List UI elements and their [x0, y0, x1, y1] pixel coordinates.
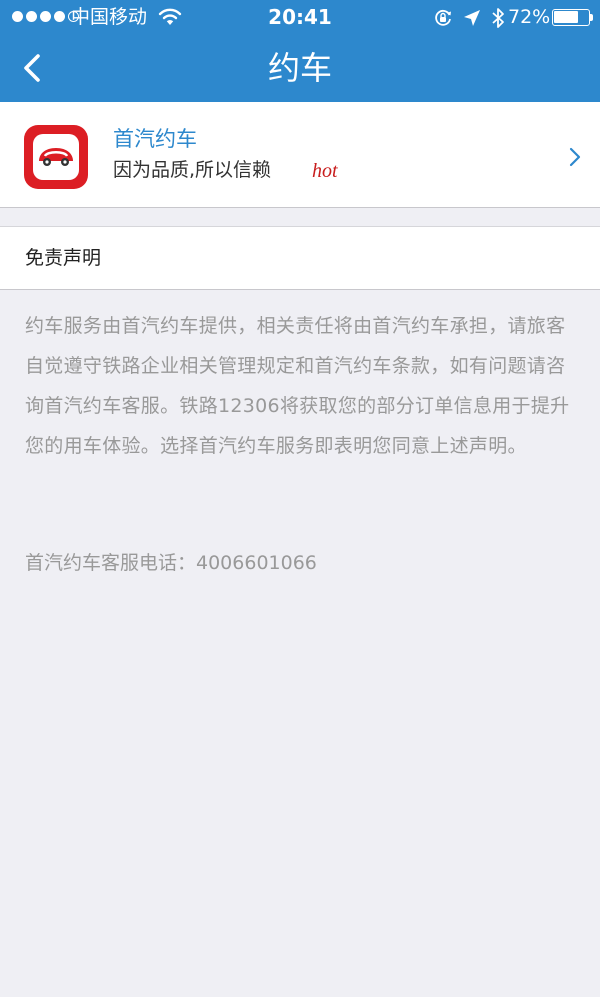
shouqi-app-icon: [24, 125, 88, 189]
customer-service-phone: 首汽约车客服电话：4006601066: [25, 552, 317, 574]
battery-level-fill: [554, 11, 578, 23]
battery-percent: 72%: [508, 6, 551, 28]
service-item-shouqi[interactable]: 首汽约车 因为品质,所以信赖 hot: [0, 102, 600, 208]
orientation-lock-icon: [433, 8, 453, 32]
service-tagline: 因为品质,所以信赖: [113, 159, 272, 181]
bluetooth-icon: [491, 7, 505, 33]
app-header: 中国移动 20:41 72% 约车: [0, 0, 600, 102]
status-bar: 中国移动 20:41 72%: [0, 0, 600, 34]
disclaimer-text: 约车服务由首汽约车提供，相关责任将由首汽约车承担，请旅客自觉遵守铁路企业相关管理…: [25, 315, 570, 457]
car-icon: [39, 148, 73, 166]
battery-tip: [590, 14, 593, 21]
disclaimer-title: 免责声明: [25, 247, 102, 269]
page-title: 约车: [267, 49, 332, 87]
service-name: 首汽约车: [113, 127, 197, 151]
disclaimer-section-header: 免责声明: [0, 226, 600, 290]
chevron-right-icon: [568, 146, 582, 172]
app-icon-background: [33, 134, 79, 180]
nav-bar: 约车: [0, 34, 600, 102]
battery-icon: [552, 9, 590, 26]
location-arrow-icon: [463, 9, 481, 31]
hot-badge: hot: [312, 160, 338, 182]
